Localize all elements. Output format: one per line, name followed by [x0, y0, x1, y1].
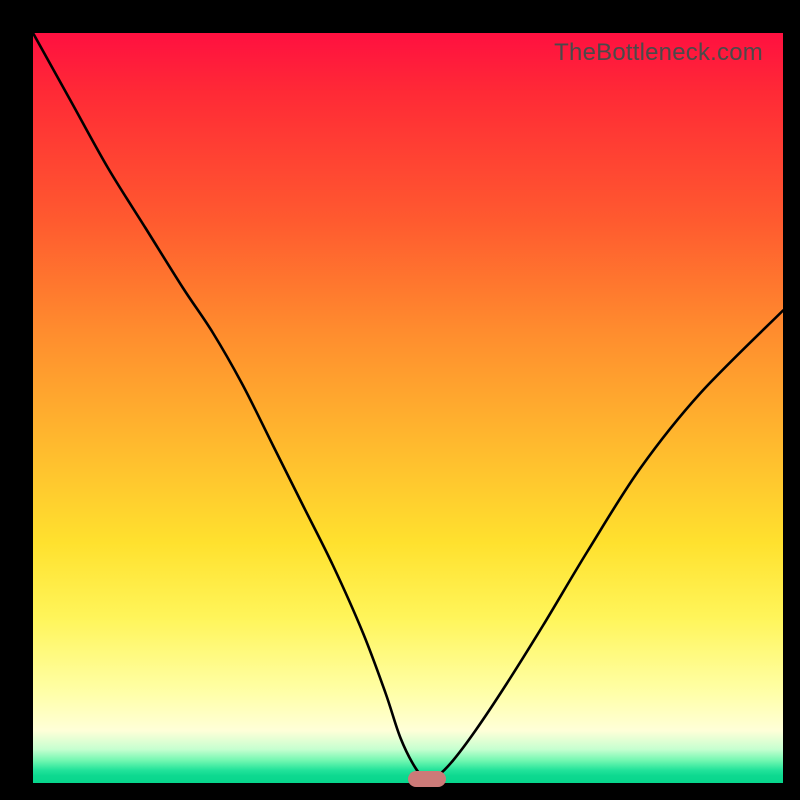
plot-area: TheBottleneck.com: [33, 33, 783, 783]
optimal-point-marker: [408, 771, 446, 787]
bottleneck-curve: [33, 33, 783, 783]
chart-frame: TheBottleneck.com: [0, 0, 800, 800]
